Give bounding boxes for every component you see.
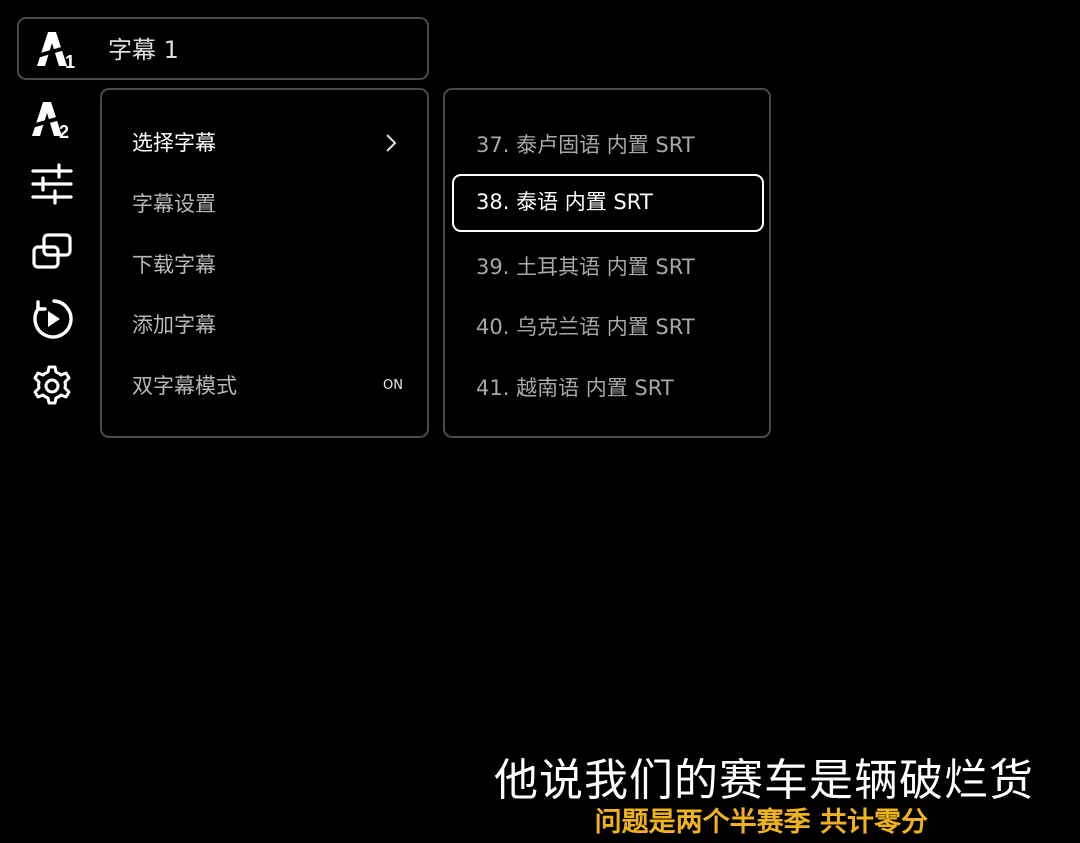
menu-item-download-subtitle[interactable]: 下载字幕	[132, 245, 405, 285]
current-subtitle-title: 字幕 1	[108, 36, 179, 64]
list-item[interactable]: 41. 越南语 内置 SRT	[452, 359, 764, 417]
svg-text:2: 2	[59, 122, 69, 142]
svg-text:1: 1	[65, 52, 75, 72]
menu-item-label: 字幕设置	[132, 192, 216, 216]
subtitle-menu-panel: 选择字幕 字幕设置 下载字幕 添加字幕 双字幕模式 ON	[100, 88, 429, 438]
primary-subtitle-text: 他说我们的赛车是辆破烂货	[494, 755, 1034, 806]
picture-in-picture-icon[interactable]	[30, 231, 74, 275]
menu-item-select-subtitle[interactable]: 选择字幕	[132, 123, 405, 163]
playback-loop-icon[interactable]	[30, 297, 74, 341]
list-item[interactable]: 37. 泰卢固语 内置 SRT	[452, 116, 764, 174]
subtitle-track-1-icon: 1	[35, 28, 79, 72]
list-item[interactable]: 39. 土耳其语 内置 SRT	[452, 238, 764, 296]
subtitle-track-2-icon[interactable]: 2	[30, 98, 74, 142]
settings-gear-icon[interactable]	[30, 364, 74, 408]
list-item[interactable]: 40. 乌克兰语 内置 SRT	[452, 298, 764, 356]
menu-item-dual-subtitle-mode[interactable]: 双字幕模式 ON	[132, 366, 405, 406]
subtitle-track-list: 37. 泰卢固语 内置 SRT 38. 泰语 内置 SRT 39. 土耳其语 内…	[443, 88, 771, 438]
dual-mode-status: ON	[383, 378, 403, 393]
secondary-subtitle-text: 问题是两个半赛季 共计零分	[594, 807, 928, 838]
list-item-selected[interactable]: 38. 泰语 内置 SRT	[452, 174, 764, 232]
menu-item-label: 双字幕模式	[132, 374, 237, 398]
menu-item-subtitle-settings[interactable]: 字幕设置	[132, 184, 405, 224]
current-subtitle-header[interactable]: 1 字幕 1	[17, 17, 429, 80]
sliders-icon[interactable]	[30, 162, 74, 206]
chevron-right-icon	[381, 123, 401, 163]
menu-item-label: 下载字幕	[132, 253, 216, 277]
menu-item-add-subtitle[interactable]: 添加字幕	[132, 305, 405, 345]
menu-item-label: 选择字幕	[132, 131, 216, 155]
menu-item-label: 添加字幕	[132, 313, 216, 337]
